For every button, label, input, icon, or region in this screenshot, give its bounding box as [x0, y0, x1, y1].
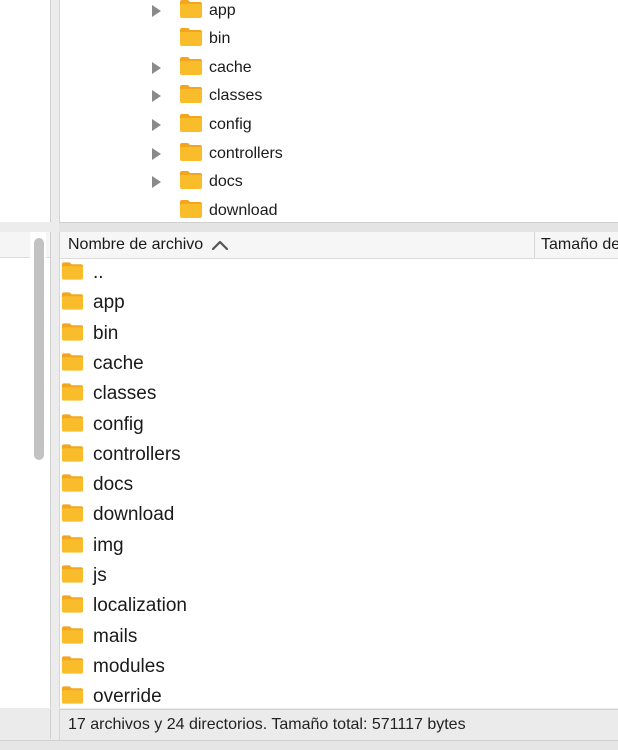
folder-icon	[179, 170, 203, 195]
file-row[interactable]: ..	[60, 258, 618, 288]
tree-item-label: docs	[209, 173, 243, 190]
tree-item[interactable]: bin	[60, 25, 618, 53]
file-name: cache	[93, 352, 144, 374]
file-name: localization	[93, 595, 187, 617]
file-row[interactable]: mails	[60, 622, 618, 652]
file-row[interactable]: classes	[60, 379, 618, 409]
folder-icon	[61, 382, 84, 407]
tree-item-label: config	[209, 116, 252, 133]
tree-item[interactable]: classes	[60, 82, 618, 110]
remote-directory-tree[interactable]: app bin cache classes config controllers docs d…	[59, 0, 618, 222]
file-row[interactable]: modules	[60, 652, 618, 682]
folder-icon	[179, 142, 203, 167]
tree-item-label: app	[209, 2, 236, 19]
file-name: classes	[93, 383, 157, 405]
remote-status-bar: 17 archivos y 24 directorios. Tamaño tot…	[59, 709, 618, 740]
tree-item-label: download	[209, 202, 278, 219]
column-header-size-label: Tamaño de	[541, 236, 618, 253]
file-list-header: Nombre de archivo Tamaño de	[60, 232, 618, 259]
column-header-filename-label: Nombre de archivo	[68, 236, 204, 253]
file-name: bin	[93, 322, 119, 344]
tree-item[interactable]: config	[60, 111, 618, 139]
local-directory-tree[interactable]	[0, 0, 51, 222]
tree-item-label: bin	[209, 30, 231, 47]
file-row[interactable]: bin	[60, 319, 618, 349]
window-bottom-edge	[0, 740, 618, 750]
folder-icon	[61, 261, 84, 286]
tree-item[interactable]: cache	[60, 54, 618, 82]
file-row[interactable]: override	[60, 682, 618, 708]
chevron-up-icon	[211, 239, 229, 251]
folder-icon	[61, 594, 84, 619]
folder-icon	[61, 564, 84, 589]
file-row[interactable]: localization	[60, 591, 618, 621]
file-row[interactable]: cache	[60, 349, 618, 379]
folder-icon	[61, 625, 84, 650]
status-text: 17 archivos y 24 directorios. Tamaño tot…	[68, 716, 466, 733]
tree-item[interactable]: download	[60, 197, 618, 222]
local-scrollbar-thumb[interactable]	[34, 238, 44, 460]
file-row[interactable]: docs	[60, 470, 618, 500]
folder-icon	[179, 56, 203, 81]
file-name: js	[93, 565, 107, 586]
tree-item[interactable]: docs	[60, 168, 618, 196]
expand-arrow-icon[interactable]	[150, 5, 162, 17]
column-header-size[interactable]: Tamaño de	[536, 232, 618, 258]
folder-icon	[61, 503, 84, 528]
folder-icon	[179, 27, 203, 52]
tree-item[interactable]: app	[60, 0, 618, 25]
column-header-filename[interactable]: Nombre de archivo	[60, 232, 535, 258]
expand-arrow-icon[interactable]	[150, 176, 162, 188]
folder-icon	[179, 0, 203, 24]
remote-file-list[interactable]: Nombre de archivo Tamaño de .. app bin cach…	[59, 232, 618, 708]
expand-arrow-icon[interactable]	[150, 148, 162, 160]
ftp-client-window: app bin cache classes config controllers docs d…	[0, 0, 618, 750]
file-row[interactable]: config	[60, 410, 618, 440]
file-name: img	[93, 534, 124, 556]
file-row[interactable]: js	[60, 561, 618, 591]
expand-arrow-icon[interactable]	[150, 90, 162, 102]
tree-item-label: classes	[209, 87, 263, 104]
file-name: download	[93, 504, 175, 526]
expand-arrow-icon[interactable]	[150, 62, 162, 74]
folder-icon	[61, 534, 84, 559]
file-row[interactable]: controllers	[60, 440, 618, 470]
file-name: docs	[93, 474, 134, 496]
file-name: app	[93, 292, 125, 314]
folder-icon	[61, 352, 84, 377]
tree-item[interactable]: controllers	[60, 140, 618, 168]
file-name: override	[93, 686, 162, 708]
file-name: controllers	[93, 443, 181, 465]
file-name: modules	[93, 655, 165, 677]
file-row[interactable]: img	[60, 531, 618, 561]
file-name: ..	[93, 262, 104, 283]
folder-icon	[61, 322, 84, 347]
file-name: mails	[93, 625, 138, 647]
expand-arrow-icon[interactable]	[150, 119, 162, 131]
local-status-bar	[0, 709, 51, 739]
folder-icon	[179, 84, 203, 109]
file-name: config	[93, 413, 144, 435]
folder-icon	[61, 473, 84, 498]
folder-icon	[61, 685, 84, 708]
tree-item-label: cache	[209, 59, 252, 76]
folder-icon	[61, 655, 84, 680]
folder-icon	[61, 413, 84, 438]
folder-icon	[61, 291, 84, 316]
folder-icon	[179, 113, 203, 138]
file-row[interactable]: download	[60, 500, 618, 530]
file-row[interactable]: app	[60, 288, 618, 318]
tree-item-label: controllers	[209, 145, 283, 162]
folder-icon	[61, 443, 84, 468]
folder-icon	[179, 199, 203, 222]
